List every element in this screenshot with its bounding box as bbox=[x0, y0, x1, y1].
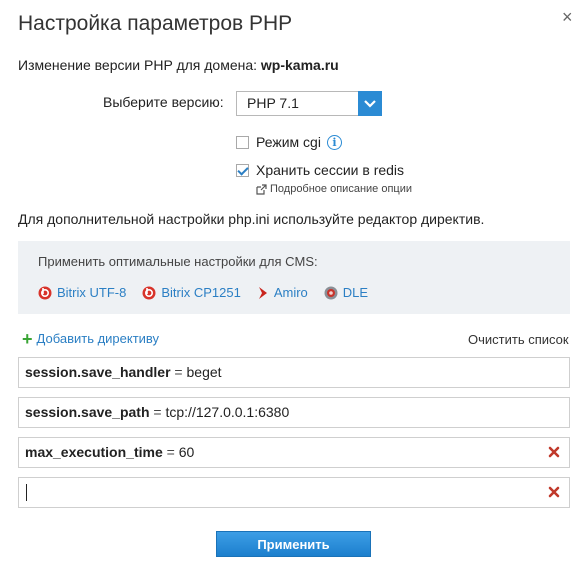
directive-key: session.save_path bbox=[25, 404, 150, 420]
php-version-select[interactable]: PHP 7.1 bbox=[236, 91, 382, 116]
cgi-label: Режим cgi bbox=[256, 134, 321, 150]
cms-link-label: Bitrix UTF-8 bbox=[57, 285, 127, 300]
external-link-icon bbox=[256, 183, 267, 195]
dialog-title: Настройка параметров PHP bbox=[18, 12, 293, 35]
cms-link-dle[interactable]: DLE bbox=[324, 285, 368, 300]
cgi-checkbox[interactable] bbox=[236, 135, 249, 149]
option-description-label: Подробное описание опции bbox=[270, 183, 412, 195]
amiro-icon bbox=[257, 286, 269, 300]
directive-editor-note: Для дополнительной настройки php.ini исп… bbox=[18, 211, 485, 227]
php-version-value: PHP 7.1 bbox=[247, 95, 299, 111]
cms-links: Bitrix UTF-8 Bitrix CP1251 Amiro DLE bbox=[38, 285, 384, 300]
domain-name: wp-kama.ru bbox=[260, 57, 339, 73]
directive-value: 60 bbox=[178, 444, 195, 460]
directive-row[interactable]: session.save_handler = beget bbox=[18, 357, 570, 388]
new-directive-input[interactable] bbox=[18, 477, 570, 508]
cms-link-label: Amiro bbox=[273, 285, 308, 300]
cms-presets-panel: Применить оптимальные настройки для CMS:… bbox=[18, 241, 570, 314]
chevron-down-icon[interactable] bbox=[358, 91, 382, 116]
dle-icon bbox=[324, 286, 338, 300]
text-caret bbox=[26, 484, 27, 501]
directive-equals: = bbox=[149, 404, 166, 420]
delete-icon[interactable] bbox=[548, 485, 560, 498]
redis-option: Хранить сессии в redis bbox=[236, 162, 404, 178]
close-icon[interactable]: × bbox=[562, 8, 573, 26]
directive-value: beget bbox=[186, 364, 222, 380]
directive-value: tcp://127.0.0.1:6380 bbox=[165, 404, 290, 420]
info-icon[interactable]: i bbox=[326, 134, 342, 150]
delete-icon[interactable] bbox=[548, 445, 560, 458]
apply-button[interactable]: Применить bbox=[216, 531, 371, 557]
directive-equals: = bbox=[162, 444, 179, 460]
bitrix-icon bbox=[38, 286, 52, 300]
domain-line: Изменение версии PHP для домена: wp-kama… bbox=[18, 57, 339, 73]
domain-label: Изменение версии PHP для домена: bbox=[18, 57, 258, 73]
cms-link-bitrix-utf8[interactable]: Bitrix UTF-8 bbox=[38, 285, 126, 300]
clear-list-button[interactable]: Очистить список bbox=[468, 332, 569, 347]
cms-link-bitrix-cp1251[interactable]: Bitrix CP1251 bbox=[142, 285, 241, 300]
php-settings-dialog: Настройка параметров PHP × Изменение вер… bbox=[0, 0, 588, 568]
redis-label: Хранить сессии в redis bbox=[256, 162, 405, 178]
bitrix-icon bbox=[142, 286, 156, 300]
version-label: Выберите версию: bbox=[103, 94, 224, 110]
plus-icon: + bbox=[22, 328, 33, 349]
cgi-option: Режим cgi i bbox=[236, 134, 342, 150]
option-description-link[interactable]: Подробное описание опции bbox=[256, 183, 412, 195]
add-directive-label: Добавить директиву bbox=[36, 331, 160, 346]
add-directive-button[interactable]: + Добавить директиву bbox=[22, 328, 160, 349]
directive-key: session.save_handler bbox=[25, 364, 171, 380]
redis-checkbox[interactable] bbox=[236, 163, 249, 177]
directive-key: max_execution_time bbox=[25, 444, 163, 460]
cms-link-label: DLE bbox=[342, 285, 369, 300]
directive-row[interactable]: session.save_path = tcp://127.0.0.1:6380 bbox=[18, 397, 570, 428]
cms-presets-title: Применить оптимальные настройки для CMS: bbox=[38, 254, 318, 269]
cms-link-amiro[interactable]: Amiro bbox=[257, 285, 308, 300]
cms-link-label: Bitrix CP1251 bbox=[161, 285, 241, 300]
directive-row[interactable]: max_execution_time = 60 bbox=[18, 437, 570, 468]
directive-equals: = bbox=[170, 364, 187, 380]
